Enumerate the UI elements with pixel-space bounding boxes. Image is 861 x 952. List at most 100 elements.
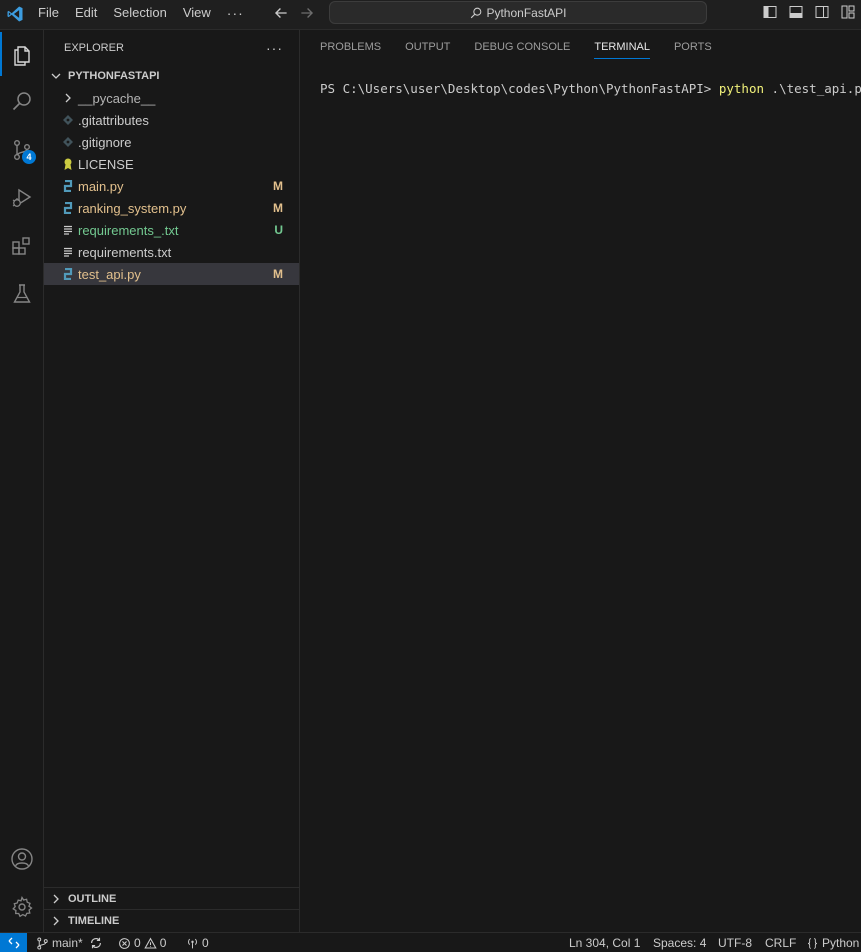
tab-problems[interactable]: PROBLEMS <box>312 30 389 65</box>
title-bar: File Edit Selection View ··· PythonFastA… <box>0 0 861 30</box>
ports-indicator[interactable]: 0 <box>186 933 209 952</box>
tree-item-gitattributes[interactable]: .gitattributes <box>44 109 299 131</box>
menu-bar: File Edit Selection View ··· <box>30 0 252 25</box>
remote-indicator[interactable] <box>0 933 27 952</box>
status-bar: main* 0 0 0 Ln 304, Col 1 Spaces: 4 UTF-… <box>0 932 861 952</box>
run-debug-activity[interactable] <box>0 176 44 220</box>
tree-item-label: LICENSE <box>78 156 134 172</box>
search-activity[interactable] <box>0 80 44 124</box>
search-icon <box>12 92 31 111</box>
workspace-folder[interactable]: PYTHONFASTAPI <box>44 65 299 87</box>
git-branch-icon <box>37 936 48 950</box>
outline-section[interactable]: OUTLINE <box>44 887 299 909</box>
language-label: Python <box>822 936 860 950</box>
tab-ports[interactable]: PORTS <box>666 30 720 65</box>
tree-item-requirements-underscore-txt[interactable]: requirements_.txt U <box>44 219 299 241</box>
command-center-search[interactable]: PythonFastAPI <box>329 1 707 24</box>
broadcast-icon <box>188 938 197 948</box>
workspace-folder-label: PYTHONFASTAPI <box>68 70 160 82</box>
explorer-activity[interactable] <box>0 32 44 76</box>
language-mode[interactable]: Python <box>806 933 859 952</box>
chevron-right-icon <box>53 916 59 925</box>
git-status-badge: M <box>273 201 283 215</box>
terminal-prompt: PS C:\Users\user\Desktop\codes\Python\Py… <box>320 81 719 96</box>
ports-count: 0 <box>202 936 209 950</box>
tab-output[interactable]: OUTPUT <box>397 30 458 65</box>
timeline-section[interactable]: TIMELINE <box>44 909 299 931</box>
chevron-right-icon <box>53 894 59 903</box>
toggle-secondary-sidebar-icon[interactable] <box>809 3 835 21</box>
tab-terminal[interactable]: TERMINAL <box>586 30 658 65</box>
line-ending[interactable]: CRLF <box>765 933 796 952</box>
tree-item-license[interactable]: LICENSE <box>44 153 299 175</box>
python-file-icon <box>60 178 76 194</box>
menu-view[interactable]: View <box>175 0 219 25</box>
terminal-content[interactable]: PS C:\Users\user\Desktop\codes\Python\Py… <box>320 80 861 96</box>
text-file-icon <box>60 222 76 238</box>
menu-file[interactable]: File <box>30 0 67 25</box>
run-debug-icon <box>12 188 32 207</box>
tab-debug-console[interactable]: DEBUG CONSOLE <box>466 30 578 65</box>
text-file-icon <box>60 244 76 260</box>
source-control-badge: 4 <box>22 150 36 164</box>
menu-selection[interactable]: Selection <box>105 0 174 25</box>
git-file-icon <box>60 134 76 150</box>
tree-item-label: test_api.py <box>78 266 141 282</box>
extensions-icon <box>12 237 30 255</box>
menu-more[interactable]: ··· <box>219 5 252 21</box>
manage-activity[interactable] <box>0 885 44 929</box>
git-status-badge: U <box>274 223 283 237</box>
customize-layout-icon[interactable] <box>835 3 861 21</box>
menu-edit[interactable]: Edit <box>67 0 105 25</box>
panel-tabs: PROBLEMS OUTPUT DEBUG CONSOLE TERMINAL P… <box>300 30 861 65</box>
terminal-args: .\test_api.py <box>764 81 861 96</box>
arrow-right-icon[interactable] <box>298 4 316 22</box>
extensions-activity[interactable] <box>0 224 44 268</box>
arrow-left-icon[interactable] <box>272 4 290 22</box>
warning-count: 0 <box>159 936 167 950</box>
layout-controls <box>757 3 861 21</box>
tree-item-main-py[interactable]: main.py M <box>44 175 299 197</box>
warning-icon <box>144 937 157 948</box>
source-control-activity[interactable]: 4 <box>0 128 44 172</box>
cursor-position[interactable]: Ln 304, Col 1 <box>569 933 640 952</box>
branch-indicator[interactable]: main* <box>36 933 83 952</box>
terminal-command: python <box>718 81 765 96</box>
accounts-activity[interactable] <box>0 837 44 881</box>
problems-indicator[interactable]: 0 0 <box>118 933 166 952</box>
tree-item-label: .gitignore <box>78 134 132 150</box>
indentation[interactable]: Spaces: 4 <box>653 933 706 952</box>
python-file-icon <box>60 200 76 216</box>
sync-button[interactable] <box>89 933 106 952</box>
explorer-more-button[interactable]: ··· <box>266 40 283 56</box>
tree-item-test-api-py[interactable]: test_api.py M <box>44 263 299 285</box>
gear-icon <box>12 895 33 918</box>
tree-item-label: .gitattributes <box>78 112 149 128</box>
tree-item-gitignore[interactable]: .gitignore <box>44 131 299 153</box>
tree-item-requirements-txt[interactable]: requirements.txt <box>44 241 299 263</box>
tree-item-pycache[interactable]: __pycache__ <box>44 87 299 109</box>
activity-bar: 4 <box>0 30 44 932</box>
chevron-right-icon <box>60 90 76 106</box>
git-status-badge: M <box>273 179 283 193</box>
branch-name: main* <box>52 936 83 950</box>
testing-activity[interactable] <box>0 272 44 316</box>
bottom-panel: PROBLEMS OUTPUT DEBUG CONSOLE TERMINAL P… <box>300 30 861 932</box>
encoding[interactable]: UTF-8 <box>718 933 752 952</box>
tree-item-label: requirements.txt <box>78 244 172 260</box>
account-icon <box>11 848 33 870</box>
tree-item-ranking-system-py[interactable]: ranking_system.py M <box>44 197 299 219</box>
command-center-label: PythonFastAPI <box>486 5 567 20</box>
outline-label: OUTLINE <box>68 892 117 905</box>
sync-icon <box>91 937 101 949</box>
python-file-icon <box>60 266 76 282</box>
remote-icon <box>8 937 19 949</box>
vscode-logo-icon[interactable] <box>6 5 24 23</box>
toggle-panel-icon[interactable] <box>783 3 809 21</box>
error-count: 0 <box>134 936 141 950</box>
explorer-sidebar: EXPLORER ··· PYTHONFASTAPI __pycache__ .… <box>44 30 300 932</box>
toggle-primary-sidebar-icon[interactable] <box>757 3 783 21</box>
tree-item-label: ranking_system.py <box>78 200 187 216</box>
braces-icon <box>807 937 818 949</box>
explorer-header: EXPLORER ··· <box>44 30 299 65</box>
